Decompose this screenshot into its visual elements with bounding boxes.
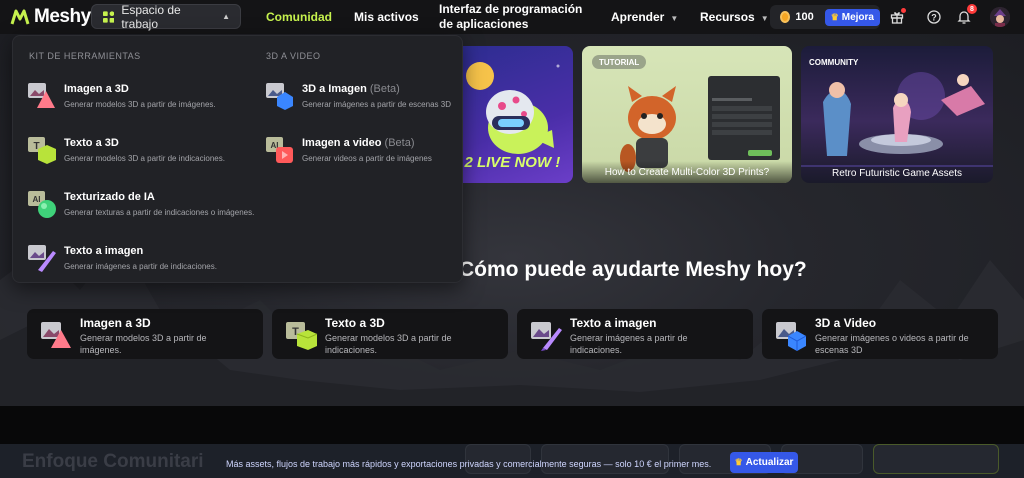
feature-title: 3D a Video [815,316,877,330]
3d-to-video-icon [776,322,807,351]
menu-item-title: Texturizado de IA [64,191,155,203]
recursos-label: Recursos [700,10,755,24]
logo-text: Meshy [34,6,91,27]
menu-item-description: Generar modelos 3D a partir de indicacio… [64,154,225,163]
caret-up-icon: ▲ [222,12,230,21]
title-text: 3D a Imagen [302,83,367,95]
section-toolkit-label: KIT DE HERRAMIENTAS [29,51,141,61]
feature-description: Generar modelos 3D a partir de indicacio… [325,333,452,355]
feature-card-3d-to-video[interactable]: 3D a Video Generar imágenes o videos a p… [762,309,998,359]
notifications-button[interactable]: 8 [955,4,977,26]
community-tag: COMMUNITY [809,57,859,67]
help-heading: Cómo puede ayudarte Meshy hoy? [459,258,807,281]
crown-icon: ♛ [734,457,743,467]
meshy-logo-icon [10,9,30,25]
feature-description: Generar imágenes a partir de indicacione… [570,333,688,355]
menu-item-text-to-image[interactable]: Texto a imagen Generar imágenes a partir… [27,242,237,282]
menu-item-description: Generar videos a partir de imágenes [302,154,432,163]
meshy-logo[interactable]: Meshy [10,6,91,28]
nav-link-mis-activos[interactable]: Mis activos [354,10,419,24]
section-3d-video-label: 3D A VIDEO [266,51,321,61]
menu-item-image-to-video[interactable]: AI Imagen a video (Beta) Generar videos … [265,134,475,174]
menu-item-title: 3D a Imagen (Beta) [302,83,400,95]
menu-item-title: Imagen a 3D [64,83,129,95]
menu-item-ai-texturing[interactable]: AI Texturizado de IA Generar texturas a … [27,188,254,228]
tutorial-caption: How to Create Multi-Color 3D Prints? [582,161,792,183]
nav-link-aprender[interactable]: Aprender ▼ [611,10,678,24]
carousel-card-tutorial[interactable]: TUTORIAL How to Create Multi-Color 3D Pr… [582,46,792,183]
credits-count: 100 [795,11,814,23]
svg-text:AI: AI [33,195,41,204]
feature-description: Generar imágenes o videos a partir de es… [815,333,969,355]
feature-description: Generar modelos 3D a partir de imágenes. [80,333,207,355]
menu-item-title: Imagen a video (Beta) [302,137,415,149]
gift-notification-dot [901,8,906,13]
carousel-card-community[interactable]: COMMUNITY Retro Futuristic Game Assets [801,46,993,183]
feature-title: Imagen a 3D [80,316,151,330]
svg-text:?: ? [931,13,937,23]
community-caption: Retro Futuristic Game Assets [831,168,963,179]
feature-card-text-to-image[interactable]: Texto a imagen Generar imágenes a partir… [517,309,753,359]
tutorial-tag: TUTORIAL [592,55,647,69]
coin-icon [780,11,791,23]
grid-icon [103,10,115,23]
user-avatar[interactable] [990,7,1010,27]
feature-title: Texto a 3D [325,316,385,330]
feature-card-image-to-3d[interactable]: Imagen a 3D Generar modelos 3D a partir … [27,309,263,359]
filter-pill[interactable] [873,444,999,474]
menu-item-description: Generar imágenes a partir de escenas 3D [302,100,451,109]
update-label: Actualizar [745,457,794,468]
menu-item-description: Generar texturas a partir de indicacione… [64,208,255,217]
nav-link-comunidad[interactable]: Comunidad [266,10,332,24]
top-navbar: Meshy Espacio de trabajo ▲ Comunidad Mis… [0,0,1024,34]
update-button[interactable]: ♛ Actualizar [730,452,798,473]
3d-to-image-icon [266,83,293,110]
workspace-dropdown-button[interactable]: Espacio de trabajo ▲ [91,2,241,31]
gift-button[interactable] [888,8,906,26]
promo-banner-text: Más assets, flujos de trabajo más rápido… [226,459,712,469]
text-to-image-icon [531,322,562,351]
feature-card-text-to-3d[interactable]: T Texto a 3D Generar modelos 3D a partir… [272,309,508,359]
image-to-3d-icon [41,322,71,348]
avatar-image [990,7,1010,27]
menu-item-3d-to-image[interactable]: 3D a Imagen (Beta) Generar imágenes a pa… [265,80,475,120]
menu-item-text-to-3d[interactable]: T Texto a 3D Generar modelos 3D a partir… [27,134,237,174]
text-to-3d-icon: T [28,137,56,164]
workspace-dropdown-menu: KIT DE HERRAMIENTAS 3D A VIDEO Imagen a … [12,35,463,283]
ai-texturing-icon: AI [28,191,56,218]
menu-item-description: Generar modelos 3D a partir de imágenes. [64,100,216,109]
upgrade-button[interactable]: ♛ Mejora [824,8,880,26]
text-to-3d-icon: T [286,322,318,350]
beta-label: (Beta) [369,83,400,95]
crown-icon: ♛ [830,11,839,22]
credits-display[interactable]: 100 ♛ Mejora [770,5,880,29]
menu-item-description: Generar imágenes a partir de indicacione… [64,262,217,271]
caret-down-icon: ▼ [670,14,679,23]
aprender-label: Aprender [611,10,665,24]
help-button[interactable]: ? [925,8,943,26]
feature-title: Texto a imagen [570,316,657,330]
notification-badge: 8 [967,4,977,14]
menu-item-title: Texto a 3D [64,137,119,149]
menu-item-title: Texto a imagen [64,245,144,257]
title-text: Imagen a video [302,137,382,149]
nav-link-recursos[interactable]: Recursos ▼ [700,10,769,24]
menu-item-image-to-3d[interactable]: Imagen a 3D Generar modelos 3D a partir … [27,80,237,120]
upgrade-label: Mejora [841,11,874,23]
beta-label: (Beta) [384,137,415,149]
image-to-3d-icon [28,83,55,108]
text-to-image-icon [28,245,56,272]
workspace-label: Espacio de trabajo [121,2,181,31]
image-to-video-icon: AI [266,137,293,163]
nav-link-api[interactable]: Interfaz de programación de aplicaciones [439,2,589,32]
help-circle-icon: ? [927,10,941,24]
community-focus-heading: Enfoque Comunitari [22,451,204,472]
caret-down-icon: ▼ [760,14,769,23]
